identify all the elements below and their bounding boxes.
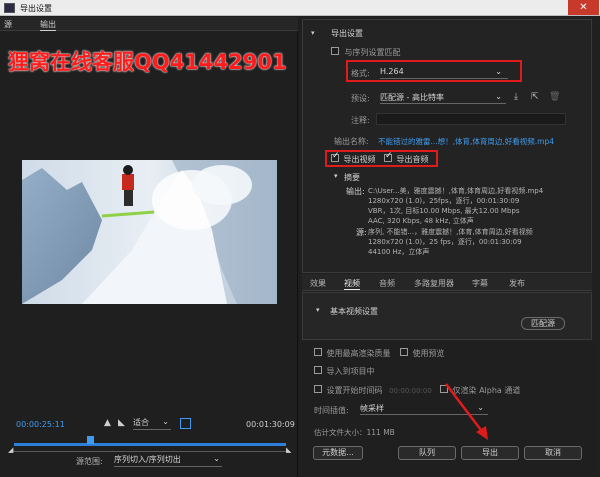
format-value: H.264 bbox=[380, 67, 404, 76]
start-timecode-value[interactable]: 00:00:00:00 bbox=[389, 387, 432, 395]
timecode-current[interactable]: 00:00:25:11 bbox=[16, 420, 65, 429]
time-interp-label: 时间插值: bbox=[314, 406, 349, 415]
zoom-fit-value: 适合 bbox=[133, 418, 149, 427]
in-point-handle-icon[interactable]: ◢ bbox=[8, 446, 13, 454]
export-button[interactable]: 导出 bbox=[461, 446, 519, 460]
export-video-checkbox[interactable] bbox=[331, 154, 339, 162]
summary-source-line: 序列, 不能错...，雅度震撼！,体育,体育周边,好看视频 bbox=[368, 228, 533, 236]
match-sequence-checkbox[interactable] bbox=[331, 47, 339, 55]
basic-video-settings-title: 基本视频设置 bbox=[330, 307, 378, 316]
video-settings-collapse-icon[interactable]: ▾ bbox=[316, 306, 320, 314]
chevron-down-icon: ⌄ bbox=[213, 454, 220, 463]
tab-audio[interactable]: 音频 bbox=[379, 278, 395, 289]
delete-preset-icon[interactable]: 🗑 bbox=[549, 92, 560, 102]
export-video-label: 导出视频 bbox=[343, 155, 376, 164]
summary-source-label: 源: bbox=[356, 228, 367, 237]
source-range-select[interactable]: 序列切入/序列切出 ⌄ bbox=[114, 454, 222, 467]
format-label: 格式: bbox=[351, 69, 370, 78]
tab-effects[interactable]: 效果 bbox=[310, 278, 326, 289]
output-name-label: 输出名称: bbox=[334, 137, 369, 146]
summary-collapse-icon[interactable]: ▾ bbox=[334, 172, 338, 180]
start-timecode-label: 设置开始时间码 bbox=[326, 386, 383, 395]
tab-multiplexer[interactable]: 多路复用器 bbox=[414, 278, 454, 289]
format-select[interactable]: H.264 ⌄ bbox=[380, 67, 508, 79]
export-audio-checkbox[interactable] bbox=[384, 154, 392, 162]
import-project-label: 导入到项目中 bbox=[326, 367, 375, 376]
import-project-row[interactable]: 导入到项目中 bbox=[314, 366, 375, 377]
ski-scene-image bbox=[22, 160, 277, 304]
time-interp-value: 帧采样 bbox=[360, 404, 384, 413]
export-audio-row[interactable]: 导出音频 bbox=[384, 154, 429, 165]
out-point-handle-icon[interactable]: ◣ bbox=[286, 446, 291, 454]
use-preview-label: 使用预览 bbox=[412, 349, 445, 358]
chevron-down-icon: ⌄ bbox=[495, 92, 502, 101]
source-range-value: 序列切入/序列切出 bbox=[114, 455, 181, 464]
preset-select[interactable]: 匹配源 - 高比特率 ⌄ bbox=[380, 92, 506, 104]
mark-in-icon[interactable]: ▲ bbox=[104, 418, 111, 428]
title-bar: 导出设置 ✕ bbox=[0, 0, 600, 16]
export-settings-title: 导出设置 bbox=[331, 29, 363, 38]
preset-value: 匹配源 - 高比特率 bbox=[380, 93, 444, 102]
import-preset-icon[interactable]: ⇱ bbox=[531, 92, 539, 102]
summary-source-block: 序列, 不能错...，雅度震撼！,体育,体育周边,好看视频 1280x720 (… bbox=[368, 227, 590, 257]
use-preview-checkbox[interactable] bbox=[400, 348, 408, 356]
match-source-button[interactable]: 匹配源 bbox=[521, 317, 565, 330]
output-name-link[interactable]: 不能错过的雅雷...想！,体育,体育周边,好看视频.mp4 bbox=[378, 136, 554, 147]
summary-title: 摘要 bbox=[344, 173, 360, 182]
summary-source-line: 44100 Hz，立体声 bbox=[368, 248, 430, 256]
playhead-handle[interactable] bbox=[87, 436, 95, 444]
notes-input[interactable] bbox=[376, 113, 566, 125]
use-preview-row[interactable]: 使用预览 bbox=[400, 348, 445, 359]
chevron-down-icon: ⌄ bbox=[162, 417, 169, 426]
notes-label: 注释: bbox=[351, 116, 370, 125]
summary-output-line: C:\User...美，雅度震撼！,体育,体育周边,好看视频.mp4 bbox=[368, 187, 544, 195]
video-preview bbox=[22, 160, 277, 304]
match-sequence-row[interactable]: 与序列设置匹配 bbox=[331, 47, 401, 58]
mark-out-icon[interactable]: ◣ bbox=[118, 418, 125, 428]
file-size-estimate: 估计文件大小：111 MB bbox=[314, 428, 395, 437]
start-timecode-row[interactable]: 设置开始时间码 00:00:00:00 bbox=[314, 385, 432, 396]
summary-source-line: 1280x720 (1.0)，25 fps，逐行，00:01:30:09 bbox=[368, 238, 522, 246]
settings-tabs: 效果 视频 音频 多路复用器 字幕 发布 bbox=[302, 274, 592, 291]
app-icon bbox=[4, 3, 15, 13]
export-audio-label: 导出音频 bbox=[396, 155, 429, 164]
watermark-text: 狸窝在线客服QQ41442901 bbox=[8, 50, 287, 74]
max-render-label: 使用最高渲染质量 bbox=[326, 349, 391, 358]
metadata-button[interactable]: 元数据... bbox=[313, 446, 363, 460]
timeline-range-bar[interactable] bbox=[14, 443, 286, 446]
annotation-arrow-icon bbox=[445, 383, 488, 440]
zoom-fit-select[interactable]: 适合 ⌄ bbox=[133, 417, 171, 430]
save-preset-icon[interactable]: ⤓ bbox=[514, 92, 518, 102]
queue-button[interactable]: 队列 bbox=[398, 446, 456, 460]
chevron-down-icon: ⌄ bbox=[495, 67, 502, 76]
preset-label: 预设: bbox=[351, 94, 370, 103]
timecode-duration: 00:01:30:09 bbox=[246, 420, 295, 429]
tab-publish[interactable]: 发布 bbox=[509, 278, 525, 289]
max-render-checkbox[interactable] bbox=[314, 348, 322, 356]
match-sequence-label: 与序列设置匹配 bbox=[344, 48, 401, 57]
import-project-checkbox[interactable] bbox=[314, 366, 322, 374]
left-tabs: 源 输出 bbox=[0, 17, 298, 31]
summary-output-label: 输出: bbox=[346, 187, 365, 196]
tab-source[interactable]: 源 bbox=[4, 19, 12, 30]
cancel-button[interactable]: 取消 bbox=[524, 446, 582, 460]
summary-output-block: C:\User...美，雅度震撼！,体育,体育周边,好看视频.mp4 1280x… bbox=[368, 186, 590, 226]
start-timecode-checkbox[interactable] bbox=[314, 385, 322, 393]
collapse-icon[interactable]: ▾ bbox=[311, 29, 315, 37]
summary-output-line: 1280x720 (1.0)，25fps，逐行，00:01:30:09 bbox=[368, 197, 520, 205]
summary-output-line: AAC, 320 Kbps, 48 kHz, 立体声 bbox=[368, 217, 474, 225]
window-title: 导出设置 bbox=[20, 4, 52, 13]
tab-video[interactable]: 视频 bbox=[344, 278, 360, 290]
export-video-row[interactable]: 导出视频 bbox=[331, 154, 376, 165]
tab-output[interactable]: 输出 bbox=[40, 19, 56, 31]
close-button[interactable]: ✕ bbox=[568, 0, 599, 15]
summary-output-line: VBR，1次, 目标10.00 Mbps, 最大12.00 Mbps bbox=[368, 207, 520, 215]
source-range-label: 源范围: bbox=[76, 457, 103, 466]
aspect-toggle-icon[interactable] bbox=[180, 418, 191, 429]
tab-captions[interactable]: 字幕 bbox=[472, 278, 488, 289]
max-render-row[interactable]: 使用最高渲染质量 bbox=[314, 348, 391, 359]
